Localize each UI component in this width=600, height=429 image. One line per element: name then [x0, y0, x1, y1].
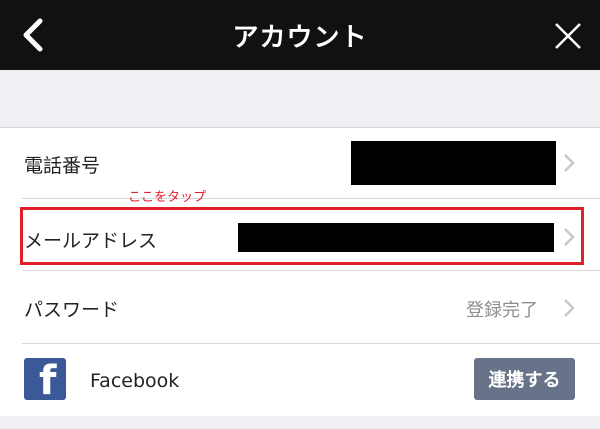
list-item-phone[interactable]: 電話番号	[0, 128, 600, 198]
back-button[interactable]	[18, 17, 52, 53]
page-title: アカウント	[232, 22, 368, 53]
tap-here-annotation: ここをタップ	[128, 190, 207, 205]
bottom-background	[0, 416, 600, 429]
facebook-label: Facebook	[90, 370, 180, 392]
password-label: パスワード	[24, 299, 120, 321]
facebook-f-glyph: f	[39, 358, 57, 400]
password-status: 登録完了	[466, 300, 538, 321]
close-button[interactable]	[554, 22, 582, 50]
phone-label: 電話番号	[24, 155, 101, 177]
facebook-link-button[interactable]: 連携する	[474, 358, 575, 400]
phone-value-redacted	[351, 141, 556, 185]
nav-header: アカウント	[0, 0, 600, 70]
chevron-left-icon	[23, 18, 43, 52]
chevron-right-icon	[564, 154, 575, 172]
list-item-password[interactable]: パスワード 登録完了	[0, 271, 600, 343]
annotation-highlight-box	[20, 207, 584, 265]
chevron-right-icon	[564, 299, 575, 317]
close-icon	[555, 23, 581, 49]
section-spacer	[0, 70, 600, 127]
facebook-logo-icon: f	[24, 358, 66, 400]
